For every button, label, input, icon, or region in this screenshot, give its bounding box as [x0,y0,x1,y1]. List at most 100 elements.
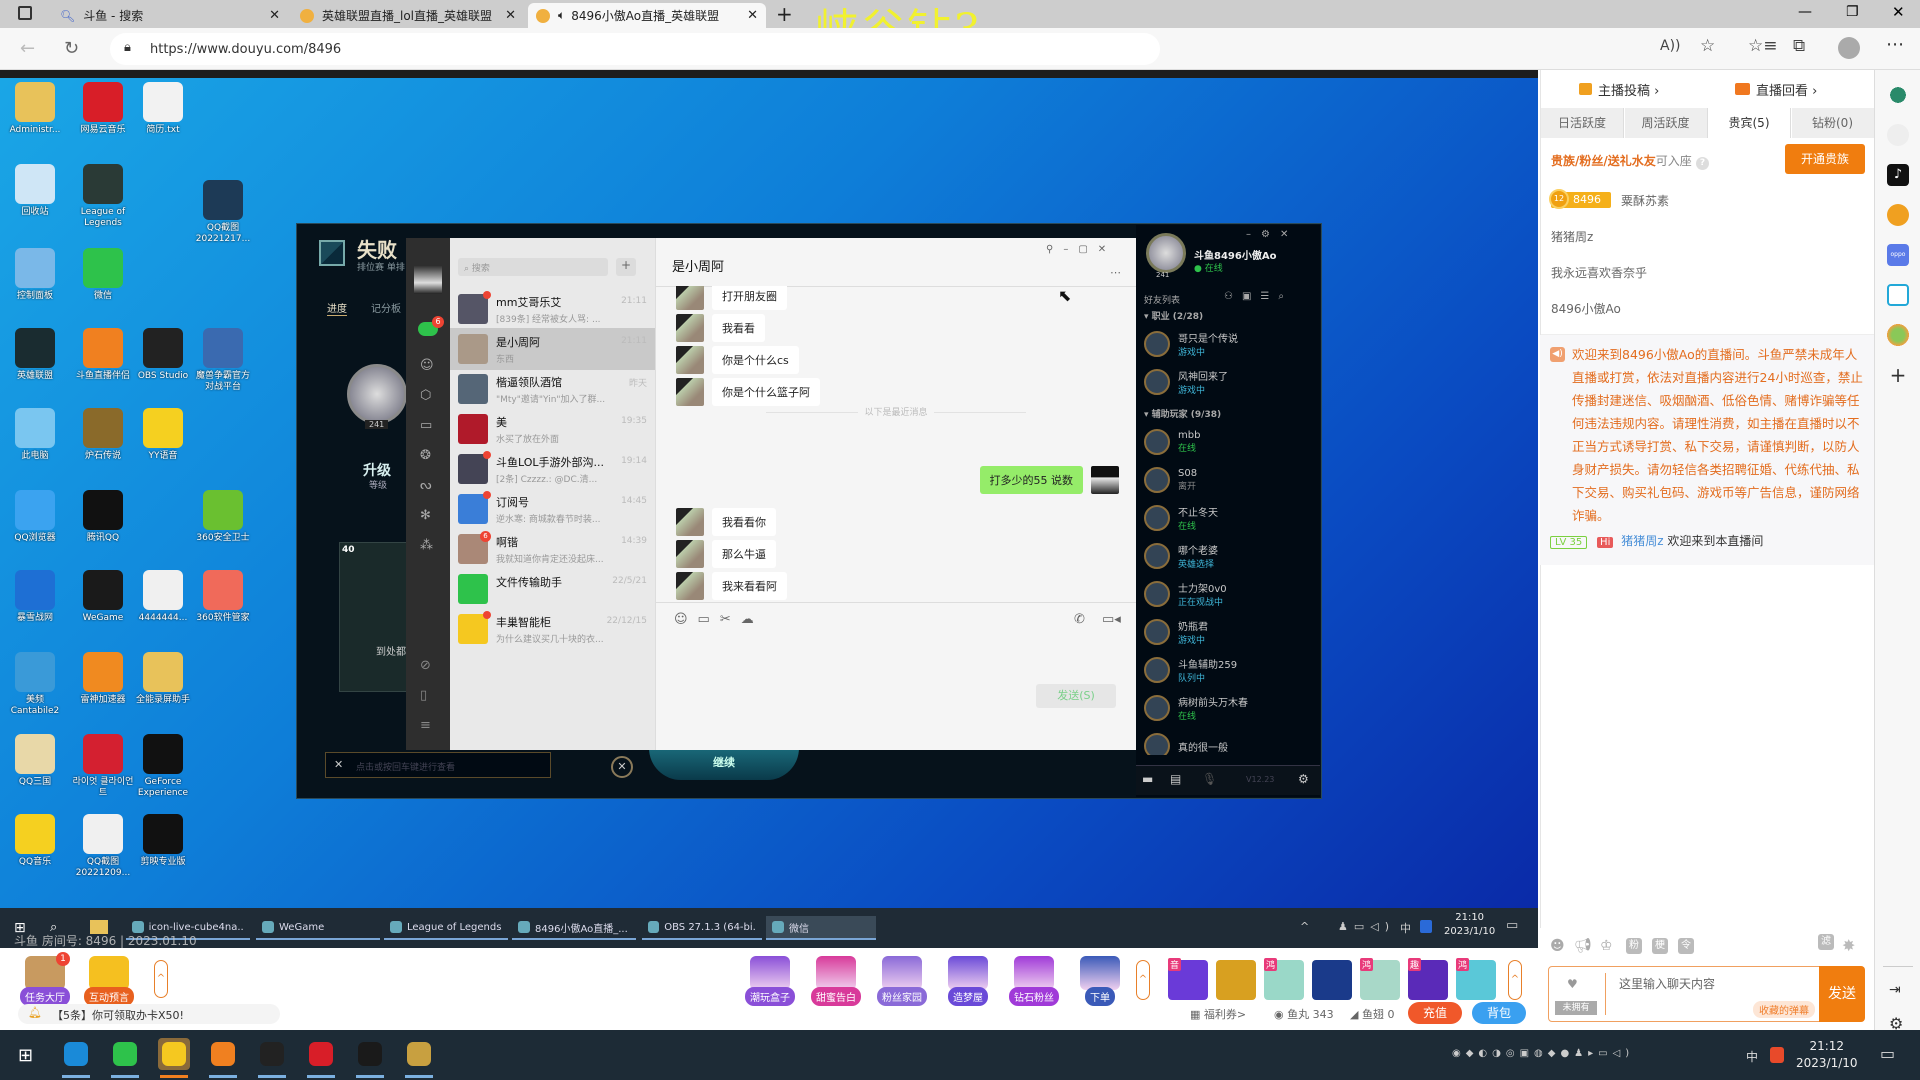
new-tab-button[interactable]: + [776,2,793,26]
coupon-link[interactable]: ▦ 福利券> [1190,1006,1246,1022]
douyu-icon[interactable] [1887,124,1909,146]
window-controls[interactable]: –⚙✕ [1246,229,1298,240]
taskbar-app-obs[interactable] [256,1038,288,1078]
chat-list-item[interactable]: 楷逼领队酒馆 "Mty"邀请"Yin"加入了群... 昨天 [450,368,655,410]
panel-tab[interactable]: 周活跃度 [1624,108,1708,138]
panel-tab[interactable]: 日活跃度 [1541,108,1624,138]
welcome-user[interactable]: 猪猪周z [1621,534,1663,548]
favorites-icon[interactable]: ☆≡ [1748,36,1777,56]
close-tab-icon[interactable]: ✕ [505,8,516,23]
ime-indicator[interactable]: 中 [1746,1048,1758,1065]
chat-list-item[interactable]: 6 啊锴 我就知道你肯定还没起床... 14:39 [450,528,655,570]
more-icon[interactable]: ⋯ [1886,34,1904,55]
moments-icon[interactable]: ❂ [420,448,431,463]
restore-icon[interactable]: ❐ [1846,4,1859,20]
chat-list-item[interactable]: 文件传输助手 22/5/21 [450,568,655,610]
more-icon[interactable]: ⋯ [1110,266,1121,279]
panel-tab[interactable]: 贵宾(5) [1708,108,1791,138]
friend-group-header[interactable]: ▾ 职业 (2/28) [1144,309,1203,322]
tab-scoreboard[interactable]: 记分板 [371,300,401,315]
contacts-icon[interactable]: ☺ [420,358,434,373]
replay-link[interactable]: 直播回看 › [1735,80,1817,99]
window-controls[interactable]: ⚲–▢✕ [1046,244,1116,255]
sogou-icon[interactable] [1770,1047,1784,1063]
fan-badge-none[interactable]: 未拥有 [1555,1001,1597,1015]
send-button[interactable]: 发送 [1819,966,1865,1022]
chat-input[interactable]: 未拥有 ♥ 这里输入聊天内容 收藏的弹幕 发送 [1548,966,1865,1022]
friend-row[interactable]: 病树前头万木春 在线 [1144,691,1314,725]
friend-row[interactable]: 斗鱼辅助259 队列中 [1144,653,1314,687]
expand-activities-button[interactable]: ^ [1136,960,1150,1000]
saved-barrage-button[interactable]: 收藏的弹幕 [1753,1001,1815,1018]
activity-button[interactable]: 潮玩盒子 [740,956,800,1006]
add-favorite-icon[interactable]: ☆ [1700,36,1715,56]
bilibili-icon[interactable] [1887,284,1909,306]
game-icon[interactable] [1887,324,1909,346]
mute-icon[interactable]: ✕ [334,758,343,771]
tab-lol-live[interactable]: 英雄联盟直播_lol直播_英雄联盟 ✕ [292,3,524,28]
chat-list-item[interactable]: 丰巢智能柜 为什么建议买几十块的衣... 22/12/15 [450,608,655,650]
tab-actions-icon[interactable] [18,6,32,20]
notification-icon[interactable]: ▭ [1880,1044,1895,1063]
taskbar-app-edge[interactable] [60,1038,92,1078]
add-icon[interactable]: + [1887,364,1909,386]
panel-tab[interactable]: 钻粉(0) [1791,108,1875,138]
fan-tool[interactable]: 粉 [1626,938,1642,954]
friend-row[interactable]: 哥只是个传说 游戏中 [1144,327,1314,361]
input-tools[interactable]: ☺▭✂☁ [674,612,764,627]
menu-icon[interactable]: ≡ [420,718,431,733]
channels-icon[interactable]: ᔓ [420,478,432,493]
horn-icon[interactable]: 📢︎ [1574,938,1592,954]
close-icon[interactable]: ✕ [1892,3,1905,21]
gift-item[interactable]: 音 [1168,958,1208,1000]
os-clock[interactable]: 21:12 2023/1/10 [1796,1038,1858,1072]
chat-icon[interactable]: ▬ [1142,772,1153,786]
back-icon[interactable]: ← [20,38,35,59]
emoji-icon[interactable]: ☻ [1550,938,1565,954]
taskbar-app-netease-music[interactable] [305,1038,337,1078]
tab-progress[interactable]: 进度 [327,300,347,316]
activity-button[interactable]: 粉丝家园 [872,956,932,1006]
taskbar-app-lol[interactable] [403,1038,435,1078]
windows-start-icon[interactable]: ⊞ [18,1045,33,1066]
filter-button[interactable]: 滤 [1818,934,1834,950]
tree-icon[interactable] [1887,84,1909,106]
tray-icons[interactable]: ◉◆◐◑◎▣◍◆●♟▸▭◁) [1452,1048,1634,1059]
oppo-icon[interactable]: oppo [1887,244,1909,266]
meme-tool[interactable]: 梗 [1652,938,1668,954]
taskbar-app-douyu[interactable] [207,1038,239,1078]
command-tool[interactable]: 令 [1678,938,1694,954]
gift-item[interactable]: 趣 [1408,958,1448,1000]
activity-button[interactable]: 下单 [1070,956,1130,1006]
recharge-button[interactable]: 充值 [1408,1002,1462,1024]
chat-list-item[interactable]: 斗鱼LOL手游外部沟... [2条] Czzzz.: @DC.清... 19:14 [450,448,655,490]
gift-item[interactable]: 鸿 [1456,958,1496,1000]
folder-icon[interactable]: ▭ [420,418,432,433]
close-circle-icon[interactable]: ✕ [611,756,633,778]
tab-8496-live[interactable]: 🔈︎ 8496小傲Ao直播_英雄联盟 ✕ [528,3,766,28]
anchor-submission-link[interactable]: 主播投稿 › [1579,80,1659,99]
close-tab-icon[interactable]: ✕ [747,8,758,23]
link-icon[interactable]: ⊘ [420,658,431,673]
friend-row[interactable]: 不止冬天 在线 [1144,501,1314,535]
vip-user[interactable]: 粟酥苏素 [1621,192,1669,209]
settings-icon[interactable]: ⚙ [1298,772,1309,786]
backpack-button[interactable]: 背包 [1472,1002,1526,1024]
refresh-icon[interactable]: ↻ [64,38,79,59]
chat-list-item[interactable]: 是小周阿 东西 21:11 [450,328,655,370]
expand-button[interactable]: ^ [154,960,168,998]
activity-button[interactable]: 造梦屋 [938,956,998,1006]
video-call-icon[interactable]: ▭◂ [1102,612,1121,627]
tiktok-icon[interactable]: ♪ [1887,164,1909,186]
search-input[interactable]: ⌕ 搜索 [458,258,608,276]
taskbar-app-wegame[interactable] [354,1038,386,1078]
notes-icon[interactable]: ▤ [1170,772,1181,786]
lock-icon[interactable]: 🔒︎ [124,40,131,55]
taskbar-app-wechat[interactable] [109,1038,141,1078]
send-button[interactable]: 发送(S) [1036,684,1116,708]
feature-button[interactable]: 任务大厅 1 [18,952,72,1006]
continue-button[interactable]: 继续 [649,748,799,780]
wechat-avatar[interactable] [414,266,442,294]
chat-list-item[interactable]: mm艾哥乐艾 [839条] 经常被女人骂: ... 21:11 [450,288,655,330]
gift-item[interactable] [1216,960,1256,1000]
